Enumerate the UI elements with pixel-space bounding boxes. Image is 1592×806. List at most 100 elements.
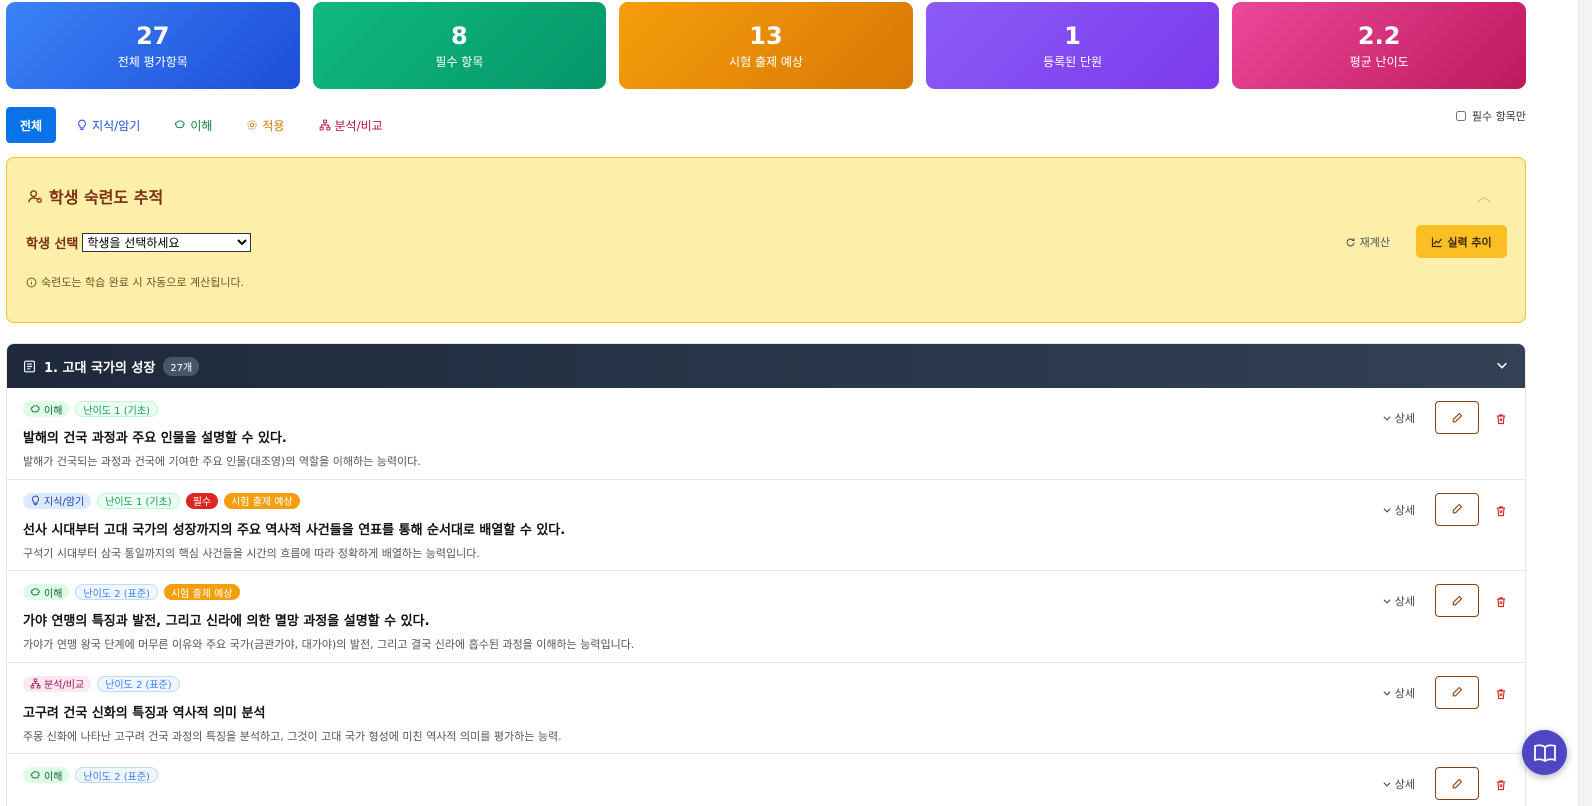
stat-card: 8 필수 항목 (312, 2, 607, 89)
tab-hierarchy[interactable]: 분석/비교 (305, 107, 397, 143)
chevron-down-icon (1383, 690, 1391, 696)
mastery-title: 학생 숙련도 추적 (28, 184, 163, 208)
brain-icon (30, 587, 40, 595)
book-fab-button[interactable] (1522, 730, 1567, 775)
stat-value: 2.2 (1357, 21, 1401, 50)
chart-line-icon (1432, 237, 1443, 247)
document-icon (24, 360, 35, 372)
required-only-label: 필수 항목만 (1471, 110, 1526, 123)
item-description: 가야가 연맹 왕국 단계에 머무른 이유와 주요 국가(금관가야, 대가야)의 … (23, 638, 635, 651)
gear-icon (247, 120, 257, 130)
item-list: 이해 난이도 1 (기초) 발해의 건국 과정과 주요 인물을 설명할 수 있다.… (7, 388, 1525, 806)
required-only-checkbox[interactable] (1455, 111, 1466, 121)
unit-count-badge: 27개 (163, 356, 200, 376)
item-title: 선사 시대부터 고대 국가의 성장까지의 주요 역사적 사건들을 연표를 통해 … (23, 522, 566, 538)
tab-label: 이해 (190, 118, 213, 133)
assessment-item: 이해 난이도 2 (표준) 시험 출제 예상 가야 연맹의 특징과 발전, 그리고 … (7, 571, 1525, 663)
badge-req: 필수 (185, 492, 219, 509)
item-description: 구석기 시대부터 삼국 통일까지의 핵심 사건들을 시간의 흐름에 따라 정확하… (23, 546, 480, 560)
hierarchy-icon (319, 119, 330, 131)
tab-brain[interactable]: 이해 (160, 107, 226, 143)
recalc-button[interactable]: 재계산 (1345, 234, 1390, 250)
delete-button[interactable] (1495, 593, 1507, 612)
chevron-down-icon (1383, 782, 1391, 787)
mastery-note: 숙련도는 학습 완료 시 자동으로 계산됩니다. (26, 274, 244, 290)
stat-card: 1 등록된 단원 (925, 2, 1220, 89)
edit-button[interactable] (1435, 584, 1479, 617)
stat-value: 27 (136, 21, 170, 50)
stat-label: 등록된 단원 (1043, 54, 1103, 69)
stat-card: 13 시험 출제 예상 (619, 2, 913, 89)
trash-icon (1496, 597, 1506, 608)
stat-label: 필수 항목 (435, 54, 484, 69)
badge-knowledge: 지식/암기 (23, 492, 92, 509)
refresh-icon (1346, 237, 1355, 246)
stat-label: 평균 난이도 (1349, 54, 1409, 69)
brain-icon (175, 120, 185, 129)
pencil-icon (1452, 595, 1463, 605)
mastery-panel: 학생 숙련도 추적 ︿ 학생 선택 학생을 선택하세요 재계산 실력 추이 숙련… (6, 157, 1526, 323)
pencil-icon (1452, 686, 1463, 697)
detail-toggle[interactable]: 상세 (1382, 593, 1415, 609)
badge-row: 지식/암기 난이도 1 (기초) 필수 시험 출제 예상 (23, 492, 1525, 509)
unit-header[interactable]: 1. 고대 국가의 성장 27개 (7, 344, 1525, 388)
delete-button[interactable] (1495, 502, 1507, 521)
scrollbar[interactable] (1578, 0, 1592, 806)
edit-button[interactable] (1435, 492, 1479, 526)
delete-button[interactable] (1495, 410, 1507, 429)
chevron-down-icon (1383, 416, 1391, 421)
stat-card: 2.2 평균 난이도 (1232, 2, 1526, 89)
detail-toggle[interactable]: 상세 (1382, 685, 1415, 701)
item-title: 고구려 건국 신화의 특징과 역사적 의미 분석 (23, 705, 266, 721)
stat-value: 1 (1064, 21, 1081, 50)
chevron-up-icon[interactable]: ︿ (1477, 186, 1491, 206)
detail-toggle[interactable]: 상세 (1382, 410, 1415, 426)
detail-toggle[interactable]: 상세 (1382, 502, 1415, 518)
unit-title: 1. 고대 국가의 성장 (44, 360, 156, 376)
badge-exam: 시험 출제 예상 (224, 492, 300, 509)
tab-gear[interactable]: 적용 (232, 107, 298, 143)
tab-all[interactable]: 전체 (6, 107, 57, 143)
edit-button[interactable] (1435, 767, 1479, 800)
badge-understand: 이해 (23, 401, 70, 417)
badge-diff1: 난이도 1 (기초) (97, 492, 180, 509)
badge-row: 분석/비교 난이도 2 (표준) (23, 675, 1525, 692)
chevron-down-icon[interactable] (1495, 358, 1509, 372)
tab-lightbulb[interactable]: 지식/암기 (62, 107, 154, 143)
brain-icon (30, 770, 40, 778)
stat-label: 전체 평가항목 (117, 54, 188, 69)
badge-row: 이해 난이도 2 (표준) (23, 767, 1525, 783)
tab-label: 전체 (20, 118, 43, 133)
lightbulb-icon (78, 119, 86, 130)
badge-diff1: 난이도 1 (기초) (75, 401, 158, 417)
tab-label: 지식/암기 (92, 118, 141, 133)
category-tabs: 전체 지식/암기 이해 적용 분석/비교 (6, 107, 397, 143)
student-select[interactable]: 학생을 선택하세요 (82, 233, 252, 252)
chevron-down-icon (1383, 507, 1391, 513)
required-only-toggle[interactable]: 필수 항목만 (1455, 108, 1526, 124)
badge-diff2: 난이도 2 (표준) (75, 767, 158, 783)
edit-button[interactable] (1435, 401, 1479, 434)
student-select-label: 학생 선택 (26, 237, 79, 252)
badge-diff2: 난이도 2 (표준) (75, 584, 158, 600)
stat-card: 27 전체 평가항목 (6, 2, 300, 89)
detail-toggle[interactable]: 상세 (1382, 776, 1415, 792)
trend-button[interactable]: 실력 추이 (1416, 225, 1507, 258)
stat-value: 13 (749, 21, 783, 50)
item-description: 발해가 건국되는 과정과 건국에 기여한 주요 인물(대조영)의 역할을 이해하… (23, 455, 421, 468)
trash-icon (1496, 505, 1506, 516)
assessment-item: 이해 난이도 2 (표준) 상세 (7, 754, 1525, 806)
item-description: 주몽 신화에 나타난 고구려 건국 과정의 특징을 분석하고, 그것이 고대 국… (23, 729, 562, 743)
badge-understand: 이해 (23, 584, 70, 600)
tab-label: 적용 (262, 118, 285, 133)
delete-button[interactable] (1495, 776, 1507, 795)
badge-understand: 이해 (23, 767, 70, 783)
hierarchy-icon (30, 678, 41, 689)
pencil-icon (1452, 503, 1463, 514)
badge-row: 이해 난이도 2 (표준) 시험 출제 예상 (23, 584, 1525, 600)
badge-diff2: 난이도 2 (표준) (97, 675, 180, 692)
pencil-icon (1452, 412, 1463, 422)
delete-button[interactable] (1495, 685, 1507, 704)
assessment-item: 분석/비교 난이도 2 (표준) 고구려 건국 신화의 특징과 역사적 의미 분석… (7, 663, 1525, 754)
edit-button[interactable] (1435, 675, 1479, 709)
